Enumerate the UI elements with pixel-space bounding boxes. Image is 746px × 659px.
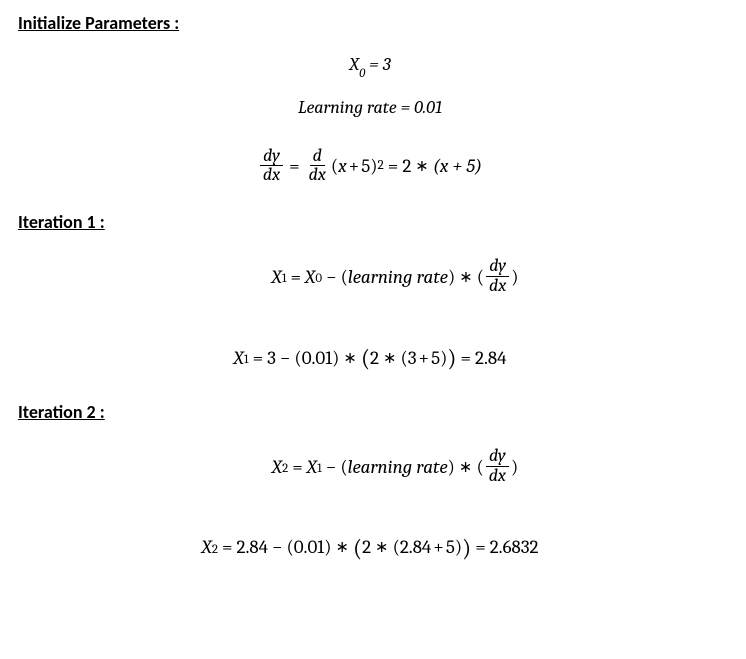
times: ∗ [459, 267, 473, 287]
frac-den: dx [306, 166, 329, 185]
eq: = [222, 536, 233, 558]
sub-2: 2 [212, 542, 218, 557]
x0-eq: = [365, 54, 382, 75]
sub-1: 1 [317, 461, 322, 476]
num-2: 2 [370, 347, 379, 369]
plus: + [433, 536, 444, 558]
sub-0: 0 [315, 271, 322, 286]
eq: = [292, 456, 303, 478]
minus: − [272, 536, 283, 558]
two: 2 [402, 155, 411, 177]
xplus5: (x + 5) [433, 155, 482, 177]
plus: + [349, 155, 360, 177]
X-var: X [307, 456, 317, 478]
num-5: 5 [431, 347, 440, 369]
heading-initialize: Initialize Parameters : [18, 12, 722, 34]
derivative-definition: dy dx = d dx (x + 5)2 = 2 ∗ (x + 5) [18, 144, 722, 186]
num-2: 2 [362, 536, 371, 558]
iter2-formula: X2 = X1 − (learning rate) ∗ ( dy dx ) [18, 447, 722, 486]
plus: + [419, 347, 430, 369]
X-var: X [234, 347, 244, 369]
result-284: 2.84 [475, 347, 506, 369]
result-26832: 2.6832 [490, 536, 539, 558]
lparen: ( [477, 266, 484, 288]
iter1-formula: X1 = X0 − (learning rate) ∗ ( dy dx ) [18, 257, 722, 296]
lparen: ( [401, 347, 408, 369]
times: ∗ [335, 537, 349, 557]
eq-sign: = [289, 155, 300, 177]
big-rparen: ) [447, 345, 456, 372]
iter1-calc: X1 = 3 − (0.01) ∗ (2 ∗ (3 + 5)) = 2.84 [18, 344, 722, 371]
X-var: X [305, 266, 315, 288]
num-3: 3 [267, 347, 276, 369]
frac-den: dx [486, 467, 509, 486]
rparen: ) [440, 347, 447, 369]
heading-iteration-1: Iteration 1 : [18, 211, 722, 233]
X-var: X [271, 266, 281, 288]
frac-den: dx [486, 277, 509, 296]
lparen: ( [341, 266, 348, 288]
num-001: 0.01 [294, 536, 324, 558]
lparen: ( [393, 536, 400, 558]
X-var: X [202, 536, 212, 558]
eq: = [475, 536, 486, 558]
num-5: 5 [446, 536, 455, 558]
times: ∗ [375, 537, 389, 557]
x0-var: X [349, 54, 359, 75]
times: ∗ [383, 348, 397, 368]
iter2-calc: X2 = 2.84 − (0.01) ∗ (2 ∗ (2.84 + 5)) = … [18, 534, 722, 561]
num-001: 0.01 [302, 347, 332, 369]
minus: − [326, 266, 337, 288]
lr-label: Learning rate = [298, 97, 414, 118]
rparen: ) [448, 456, 455, 478]
eq: = [460, 347, 471, 369]
lparen: ( [476, 456, 483, 478]
superscript-2: 2 [378, 158, 384, 173]
learning-rate-text: learning rate [348, 266, 448, 288]
num-284: 2.84 [400, 536, 431, 558]
rparen: ) [332, 347, 339, 369]
rparen: ) [370, 155, 377, 177]
times: ∗ [415, 156, 429, 176]
frac-ddx: d dx [306, 147, 329, 186]
sub-2: 2 [282, 461, 288, 476]
param-lr-row: Learning rate = 0.01 [18, 97, 722, 118]
frac-dydx: dy dx [486, 257, 509, 296]
lparen: ( [286, 536, 293, 558]
big-lparen: ( [361, 345, 370, 372]
lparen: ( [340, 456, 347, 478]
rparen: ) [324, 536, 331, 558]
five: 5 [361, 155, 370, 177]
minus: − [326, 456, 337, 478]
num-284: 2.84 [236, 536, 267, 558]
lr-val: 0.01 [414, 97, 442, 118]
rparen: ) [455, 536, 462, 558]
rparen: ) [511, 266, 518, 288]
frac-den: dx [260, 166, 283, 185]
frac-dydx: dy dx [486, 447, 509, 486]
sub-1: 1 [282, 271, 287, 286]
X-var: X [272, 456, 282, 478]
lparen: ( [294, 347, 301, 369]
times: ∗ [459, 457, 473, 477]
frac-dydx-left: dy dx [260, 147, 283, 186]
big-lparen: ( [353, 535, 362, 562]
x0-sub: 0 [359, 67, 365, 81]
big-rparen: ) [462, 535, 471, 562]
learning-rate-text: learning rate [348, 456, 448, 478]
x-var: x [338, 155, 346, 177]
num-3: 3 [408, 347, 417, 369]
eq: = [253, 347, 264, 369]
x0-val: 3 [383, 54, 391, 75]
eq: = [291, 266, 302, 288]
rparen: ) [511, 456, 518, 478]
heading-iteration-2: Iteration 2 : [18, 401, 722, 423]
eq-sign: = [388, 155, 399, 177]
rparen: ) [448, 266, 455, 288]
sub-1: 1 [244, 352, 249, 367]
minus: − [280, 347, 291, 369]
param-x0-row: X0 = 3 [18, 54, 722, 79]
times: ∗ [343, 348, 357, 368]
